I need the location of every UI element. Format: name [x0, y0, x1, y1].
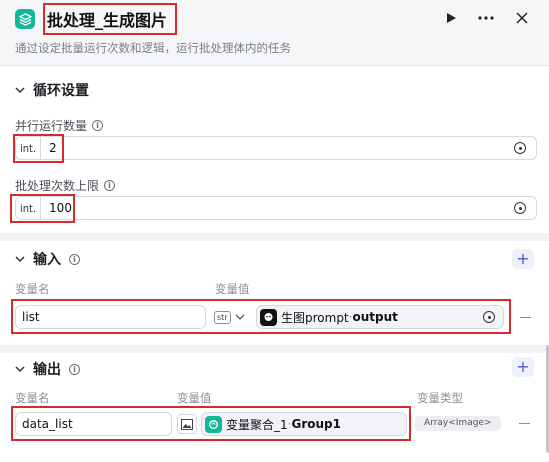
parallel-count-value[interactable]: 2	[41, 141, 57, 155]
info-icon[interactable]: i	[104, 180, 116, 191]
stepper-icon[interactable]	[514, 202, 526, 214]
remove-output-icon[interactable]	[519, 423, 530, 425]
chevron-down-icon	[15, 366, 25, 373]
remove-input-icon[interactable]	[520, 317, 531, 319]
add-input-button[interactable]: +	[512, 249, 534, 269]
parallel-label: 并行运行数量 i	[15, 117, 104, 134]
stepper-icon[interactable]	[514, 142, 526, 154]
loop-settings-header[interactable]: 循环设置	[15, 80, 89, 100]
info-icon[interactable]: i	[92, 120, 104, 131]
layers-icon	[15, 9, 35, 29]
type-prefix: int.	[16, 137, 42, 159]
output-col-type: 变量类型	[417, 391, 463, 405]
chevron-down-icon	[235, 314, 245, 320]
info-icon[interactable]: i	[69, 253, 80, 265]
input-col-name: 变量名	[15, 282, 50, 296]
bot-icon	[260, 308, 277, 326]
input-var-reference[interactable]: 生图prompt · output	[256, 305, 504, 329]
parallel-label-text: 并行运行数量	[15, 119, 88, 133]
info-icon[interactable]: i	[69, 363, 80, 375]
play-icon[interactable]	[440, 7, 462, 29]
close-icon[interactable]	[511, 7, 533, 29]
aggregate-icon	[205, 415, 222, 433]
section-divider	[0, 345, 549, 353]
section-title: 输入	[33, 252, 61, 268]
input-type-select[interactable]: str	[214, 305, 245, 329]
input-col-value: 变量值	[215, 282, 250, 296]
output-col-name: 变量名	[15, 391, 50, 405]
var-type-badge: Array<Image>	[415, 416, 501, 431]
max-batch-label-text: 批处理次数上限	[15, 179, 100, 193]
section-title: 输出	[33, 362, 61, 378]
title-highlight	[43, 3, 177, 35]
chevron-down-icon	[15, 256, 25, 263]
max-batch-value[interactable]: 100	[41, 201, 72, 215]
add-output-button[interactable]: +	[512, 357, 534, 377]
output-var-name[interactable]: data_list	[15, 412, 172, 436]
max-batch-field[interactable]: int. 100	[15, 196, 537, 220]
input-var-name[interactable]: list	[15, 305, 206, 329]
stepper-icon[interactable]	[483, 311, 495, 323]
ref-field-name: output	[352, 310, 398, 324]
ref-node-name: 生图prompt	[281, 310, 349, 325]
output-col-value: 变量值	[177, 391, 212, 405]
section-divider	[0, 233, 549, 241]
ref-node-name: 变量聚合_1	[226, 417, 288, 432]
image-icon[interactable]	[177, 414, 197, 434]
type-prefix: int.	[16, 197, 42, 219]
max-batch-label: 批处理次数上限 i	[15, 177, 116, 194]
section-title: 循环设置	[33, 83, 89, 99]
more-icon[interactable]	[475, 7, 497, 29]
parallel-count-field[interactable]: int. 2	[15, 136, 537, 160]
chevron-down-icon	[15, 87, 25, 94]
type-tag: str	[214, 310, 231, 324]
node-description: 通过设定批量运行次数和逻辑，运行批处理体内的任务	[15, 41, 291, 55]
inputs-header[interactable]: 输入 i	[15, 249, 80, 269]
outputs-header[interactable]: 输出 i	[15, 359, 80, 379]
ref-field-name: Group1	[291, 417, 341, 431]
output-var-reference[interactable]: 变量聚合_1 · Group1	[201, 412, 407, 436]
